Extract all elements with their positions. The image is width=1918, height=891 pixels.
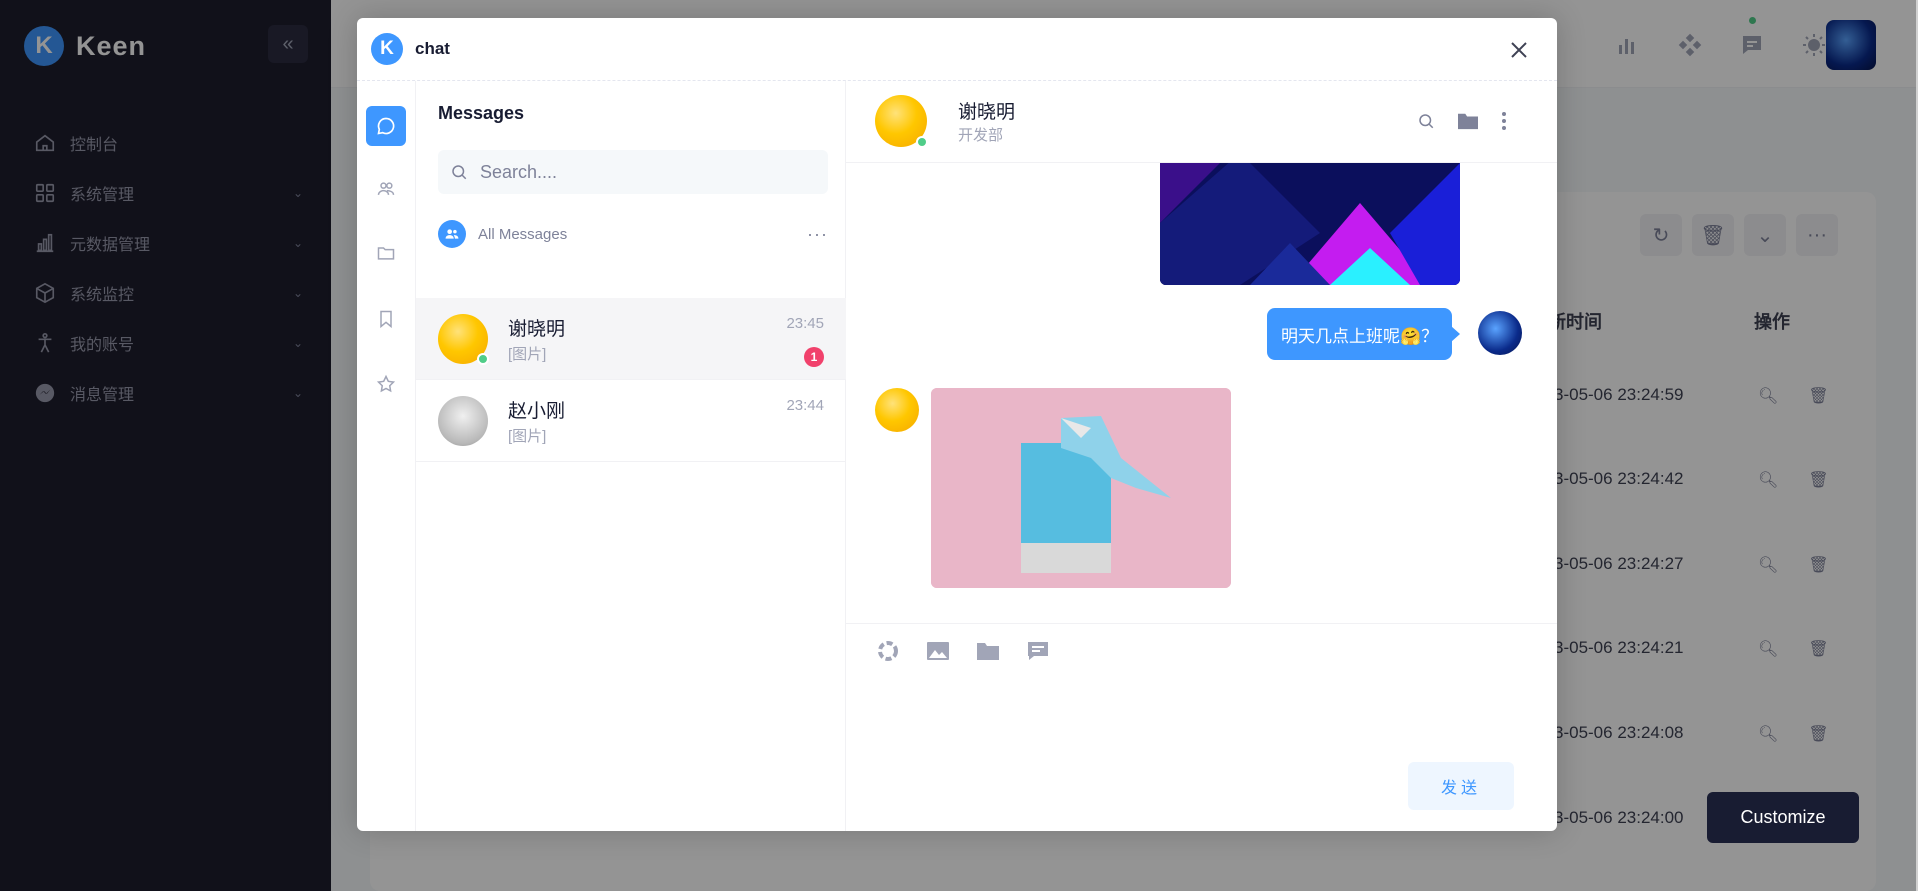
- modal-header: K chat: [357, 18, 1557, 81]
- modal-logo: K: [371, 33, 403, 65]
- all-messages-label: All Messages: [478, 225, 568, 243]
- bookmark-icon: [380, 310, 392, 329]
- avatar: [438, 396, 488, 446]
- file-button[interactable]: [975, 638, 1001, 664]
- rail-files-button[interactable]: [366, 233, 406, 273]
- conversation-preview: [图片]: [508, 428, 547, 445]
- chat-panel: 谢晓明 开发部 明天几点上班呢🤗？ 发送: [846, 81, 1557, 831]
- chat-nav-rail: [357, 81, 416, 831]
- rail-contacts-button[interactable]: [366, 169, 406, 209]
- modal-title: chat: [415, 39, 450, 58]
- all-messages-filter[interactable]: All Messages ···: [438, 219, 828, 249]
- folder-icon: [977, 643, 999, 660]
- users-icon: [438, 220, 466, 248]
- unread-badge: 1: [804, 347, 824, 367]
- online-status-dot: [916, 136, 928, 148]
- customize-button[interactable]: Customize: [1707, 792, 1859, 843]
- chat-header: 谢晓明 开发部: [846, 81, 1557, 163]
- image-message[interactable]: [1160, 163, 1460, 285]
- my-avatar: [1478, 311, 1522, 355]
- folder-icon[interactable]: [1457, 111, 1479, 131]
- conversation-list-panel: Messages All Messages ··· 谢晓明 [图片] 23:45…: [416, 81, 846, 831]
- star-icon: [376, 374, 396, 393]
- users-icon: [377, 182, 395, 195]
- conversation-item[interactable]: 赵小刚 [图片] 23:44: [416, 380, 846, 462]
- chat-header-tools: [1417, 111, 1507, 131]
- sender-avatar: [875, 388, 919, 432]
- search-input[interactable]: [478, 160, 808, 184]
- close-button[interactable]: [1503, 34, 1535, 66]
- loading-ring-icon: [878, 641, 898, 661]
- search-icon[interactable]: [1417, 112, 1435, 130]
- message-list: 明天几点上班呢🤗？: [846, 163, 1557, 623]
- composer-tools: [875, 638, 1051, 664]
- contact-name: 谢晓明: [958, 102, 1016, 123]
- online-status-dot: [477, 353, 489, 365]
- search-icon: [452, 165, 467, 180]
- contact-department: 开发部: [958, 127, 1004, 144]
- quick-reply-button[interactable]: [1025, 638, 1051, 664]
- close-icon: [1511, 42, 1527, 58]
- outgoing-message-bubble: 明天几点上班呢🤗？: [1267, 308, 1461, 360]
- image-button[interactable]: [925, 638, 951, 664]
- chat-bubble-icon: [377, 117, 395, 135]
- emoji-button[interactable]: [875, 638, 901, 664]
- rail-bookmarks-button[interactable]: [366, 299, 406, 339]
- conversation-name: 谢晓明: [508, 319, 566, 340]
- folder-icon: [377, 247, 395, 260]
- more-options-icon[interactable]: ···: [807, 224, 828, 245]
- messages-title: Messages: [438, 103, 525, 123]
- conversation-time: 23:45: [786, 315, 824, 332]
- send-button[interactable]: 发送: [1408, 762, 1514, 810]
- more-vertical-icon[interactable]: [1501, 111, 1507, 131]
- chat-modal: K chat Messages Al: [357, 18, 1557, 831]
- conversation-name: 赵小刚: [508, 401, 566, 422]
- rail-messages-button[interactable]: [366, 106, 406, 146]
- image-message[interactable]: [931, 388, 1231, 588]
- conversation-preview: [图片]: [508, 346, 547, 363]
- search-box: [438, 150, 828, 194]
- image-icon: [927, 642, 949, 660]
- rail-favorites-button[interactable]: [366, 364, 406, 404]
- conversation-item[interactable]: 谢晓明 [图片] 23:45 1: [416, 298, 846, 380]
- conversation-time: 23:44: [786, 397, 824, 414]
- message-composer: 发送: [846, 623, 1557, 831]
- message-icon: [1028, 642, 1048, 660]
